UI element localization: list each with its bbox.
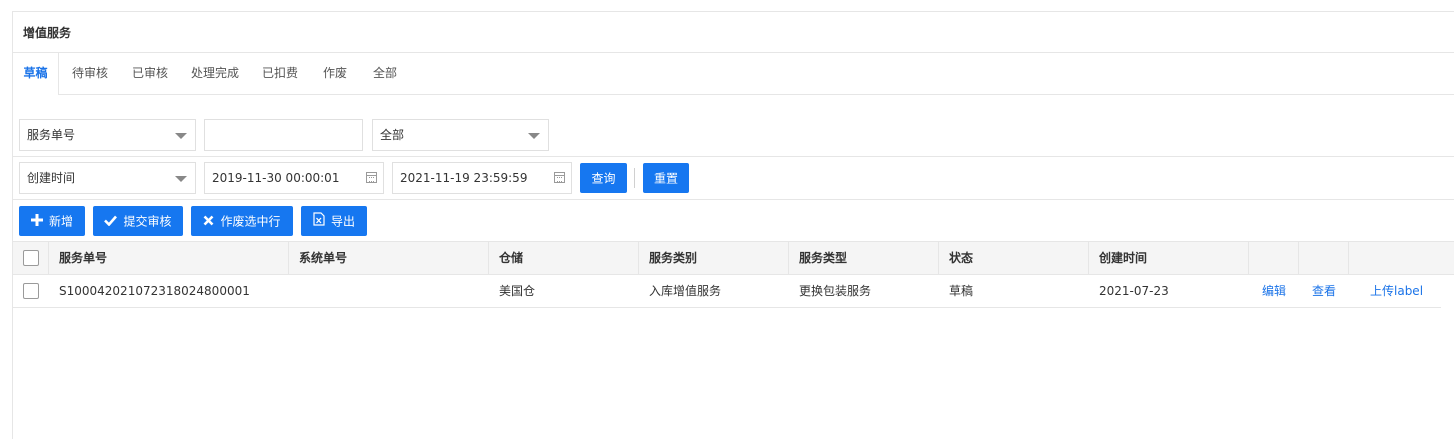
chevron-down-icon (528, 133, 540, 139)
table-row: S100042021072318024800001 美国仓 入库增值服务 更换包… (13, 275, 1441, 308)
chevron-down-icon (175, 176, 187, 182)
warehouse-select[interactable]: 全部 (372, 119, 549, 151)
query-button[interactable]: 查询 (580, 163, 627, 193)
upload-label-link[interactable]: 上传label (1360, 275, 1440, 307)
col-type[interactable]: 服务类型 (789, 242, 939, 274)
panel-header: 增值服务 (13, 12, 1454, 53)
col-system-no[interactable]: 系统单号 (289, 242, 489, 274)
cell-warehouse: 美国仓 (499, 284, 536, 298)
tab-charged[interactable]: 已扣费 (253, 53, 307, 94)
select-all-checkbox[interactable] (23, 250, 39, 266)
excel-file-icon (313, 207, 325, 237)
tab-pending-review[interactable]: 待审核 (63, 53, 117, 94)
col-action-upload (1349, 242, 1454, 274)
reset-button[interactable]: 重置 (643, 163, 689, 193)
search-keyword-input[interactable] (204, 119, 363, 151)
reset-button-label: 重置 (653, 171, 678, 186)
status-tabs: 草稿 待审核 已审核 处理完成 已扣费 作废 全部 (13, 53, 1454, 95)
end-time-input[interactable]: 2021-11-19 23:59:59 (392, 162, 572, 194)
submit-review-label: 提交审核 (123, 214, 172, 229)
end-time-value: 2021-11-19 23:59:59 (400, 171, 528, 185)
cell-category: 入库增值服务 (649, 284, 722, 298)
col-action-edit (1249, 242, 1299, 274)
calendar-icon (554, 172, 565, 183)
start-time-value: 2019-11-30 00:00:01 (212, 171, 340, 185)
row-select-cell (13, 275, 49, 307)
time-field-select[interactable]: 创建时间 (19, 162, 196, 194)
plus-icon (30, 207, 43, 237)
view-link[interactable]: 查看 (1302, 275, 1352, 307)
export-button-label: 导出 (330, 214, 355, 229)
query-button-label: 查询 (591, 171, 616, 186)
col-created[interactable]: 创建时间 (1089, 242, 1249, 274)
search-field-value: 服务单号 (27, 128, 76, 142)
cell-system-no (289, 275, 489, 307)
cell-service-no: S100042021072318024800001 (59, 284, 250, 298)
page-title: 增值服务 (23, 26, 72, 40)
calendar-icon (366, 172, 377, 183)
cell-created: 2021-07-23 (1099, 284, 1169, 298)
time-field-value: 创建时间 (27, 171, 76, 185)
table-header: 服务单号 系统单号 仓储 服务类别 服务类型 状态 创建时间 (13, 241, 1454, 275)
divider (13, 199, 1454, 200)
cell-status: 草稿 (949, 284, 974, 298)
value-added-service-panel: 增值服务 草稿 待审核 已审核 处理完成 已扣费 作废 全部 服务单号 全部 创… (12, 11, 1454, 439)
row-checkbox[interactable] (23, 283, 39, 299)
export-button[interactable]: 导出 (301, 206, 367, 236)
divider (634, 168, 635, 188)
warehouse-select-value: 全部 (380, 128, 405, 142)
submit-review-button[interactable]: 提交审核 (93, 206, 183, 236)
tab-completed[interactable]: 处理完成 (183, 53, 247, 94)
start-time-input[interactable]: 2019-11-30 00:00:01 (204, 162, 384, 194)
cell-type: 更换包装服务 (799, 284, 872, 298)
void-selected-button[interactable]: 作废选中行 (191, 206, 293, 236)
col-service-no[interactable]: 服务单号 (49, 242, 289, 274)
add-button-label: 新增 (48, 214, 73, 229)
close-icon (203, 207, 214, 237)
edit-link[interactable]: 编辑 (1252, 275, 1302, 307)
tab-all[interactable]: 全部 (363, 53, 407, 94)
search-field-select[interactable]: 服务单号 (19, 119, 196, 151)
tab-reviewed[interactable]: 已审核 (123, 53, 177, 94)
divider (13, 156, 1454, 157)
void-selected-label: 作废选中行 (220, 214, 281, 229)
tab-draft[interactable]: 草稿 (13, 53, 59, 95)
col-action-view (1299, 242, 1349, 274)
tab-void[interactable]: 作废 (313, 53, 357, 94)
col-warehouse[interactable]: 仓储 (489, 242, 639, 274)
select-all-cell (13, 242, 49, 274)
add-button[interactable]: 新增 (19, 206, 85, 236)
check-icon (104, 207, 118, 237)
col-status[interactable]: 状态 (939, 242, 1089, 274)
col-category[interactable]: 服务类别 (639, 242, 789, 274)
chevron-down-icon (175, 133, 187, 139)
